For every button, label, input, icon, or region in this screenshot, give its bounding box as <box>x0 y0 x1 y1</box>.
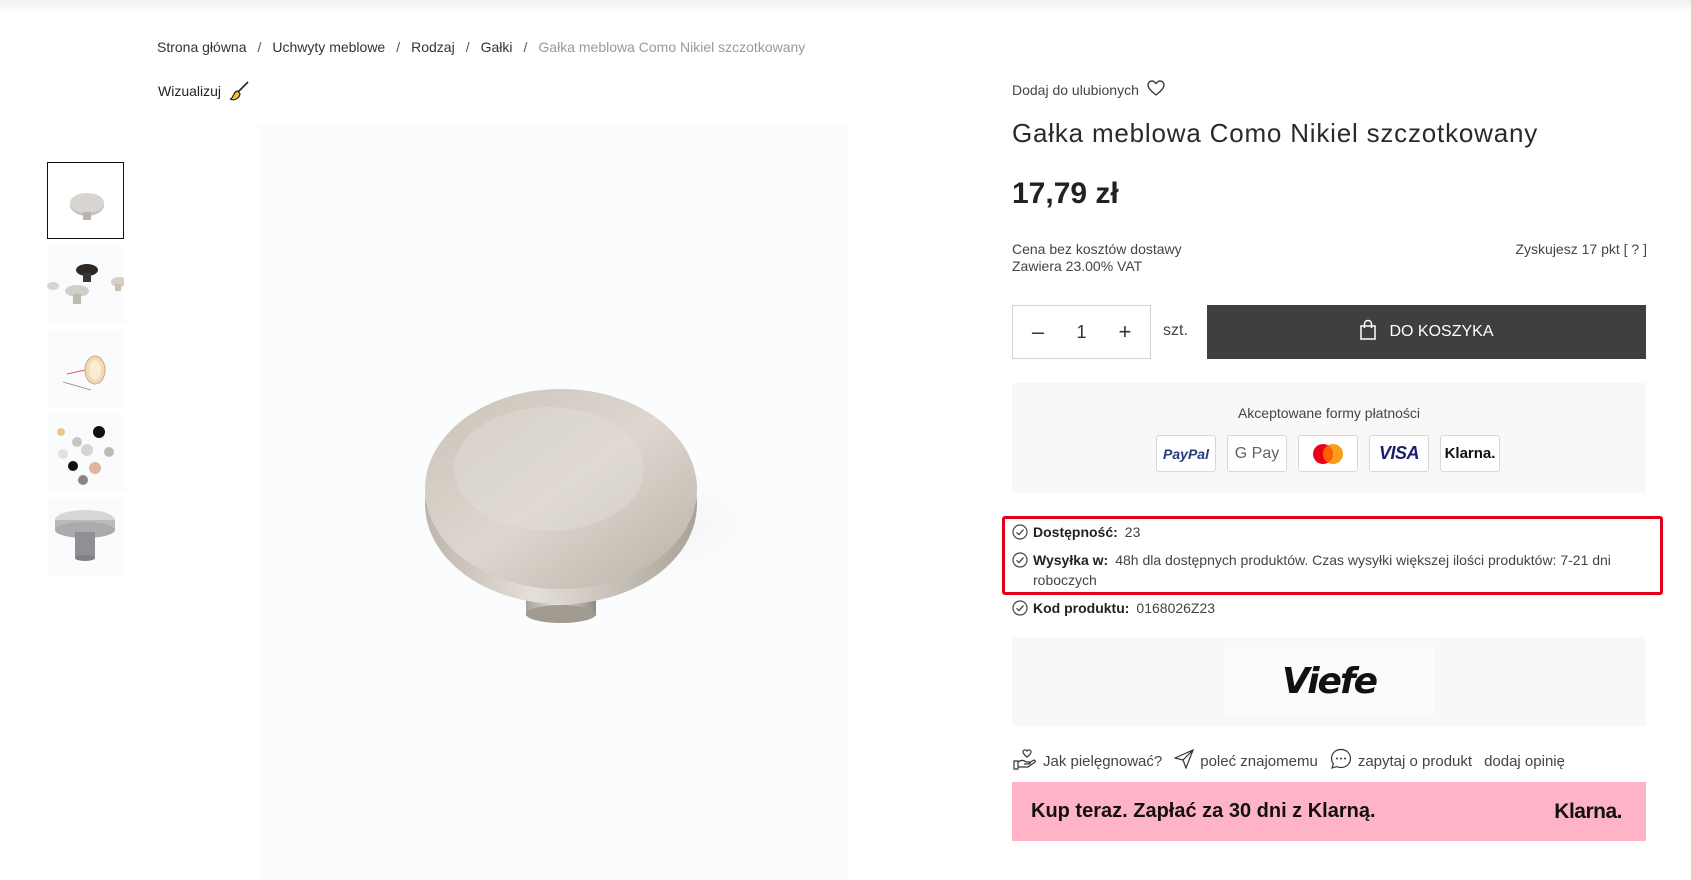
check-circle-icon <box>1012 600 1028 621</box>
add-to-favorites[interactable]: Dodaj do ulubionych <box>1012 80 1165 99</box>
payment-methods-title: Akceptowane formy płatności <box>1237 405 1421 421</box>
paper-plane-icon <box>1173 748 1195 773</box>
availability-label: Dostępność: <box>1033 524 1118 540</box>
klarna-logo-text: Klarna. <box>1444 445 1496 462</box>
product-code-label: Kod produktu: <box>1033 600 1130 616</box>
product-main-image[interactable] <box>259 124 849 880</box>
visa-logo: VISA <box>1369 435 1429 472</box>
shipping-label: Wysyłka w: <box>1033 552 1109 568</box>
google-pay-logo-text: G Pay <box>1234 444 1280 462</box>
paint-brush-icon <box>229 80 251 102</box>
shopping-bag-icon <box>1359 319 1377 346</box>
breadcrumb-current: Gałka meblowa Como Nikiel szczotkowany <box>538 39 806 55</box>
availability-row: Dostępność: 23 <box>1012 522 1140 545</box>
thumbnail-3[interactable] <box>47 330 124 407</box>
product-title: Gałka meblowa Como Nikiel szczotkowany <box>1012 118 1539 148</box>
paypal-logo-text: PayPal <box>1163 445 1209 462</box>
quantity-input[interactable]: 1 <box>1076 322 1086 343</box>
klarna-banner[interactable]: Kup teraz. Zapłać za 30 dni z Klarną. Kl… <box>1012 782 1646 841</box>
google-pay-logo: G Pay <box>1227 435 1287 472</box>
brand-panel: Viefe <box>1012 637 1646 726</box>
ask-about-product-label: zapytaj o produkt <box>1357 752 1473 770</box>
product-actions: Jak pielęgnować? poleć znajomemu zapytaj… <box>1013 748 1577 774</box>
recommend-to-friend-label: poleć znajomemu <box>1200 752 1318 770</box>
loyalty-points-text: Zyskujesz 17 pkt <box>1515 241 1620 257</box>
quantity-stepper: – 1 + <box>1012 305 1151 359</box>
add-review-link[interactable]: dodaj opinię <box>1484 753 1565 770</box>
brand-logo-text: Viefe <box>1281 661 1378 702</box>
thumbnail-5[interactable] <box>47 498 124 575</box>
price-note-delivery: Cena bez kosztów dostawy <box>1012 241 1182 257</box>
add-to-favorites-label: Dodaj do ulubionych <box>1012 81 1139 98</box>
add-to-cart-button[interactable]: DO KOSZYKA <box>1207 305 1646 359</box>
shipping-value: 48h dla dostępnych produktów. Czas wysył… <box>1033 552 1611 588</box>
payment-methods-list: PayPal G Pay VISA Klarna. <box>1156 435 1500 472</box>
visualize-button[interactable]: Wizualizuj <box>158 80 251 102</box>
breadcrumb-separator: / <box>523 39 528 55</box>
check-circle-icon <box>1012 524 1028 545</box>
product-code-row: Kod produktu: 0168026Z23 <box>1012 598 1215 621</box>
heart-icon <box>1147 80 1165 99</box>
breadcrumb-separator: / <box>465 39 470 55</box>
recommend-to-friend-link[interactable]: poleć znajomemu <box>1173 748 1318 773</box>
klarna-banner-text: Kup teraz. Zapłać za 30 dni z Klarną. <box>1031 800 1376 822</box>
quantity-decrease-button[interactable]: – <box>1027 319 1049 345</box>
shipping-row: Wysyłka w: 48h dla dostępnych produktów. … <box>1012 550 1644 590</box>
loyalty-points: Zyskujesz 17 pkt [ ? ] <box>1515 241 1647 257</box>
availability-value: 23 <box>1124 524 1141 540</box>
product-code-value: 0168026Z23 <box>1136 600 1216 616</box>
breadcrumb-separator: / <box>257 39 262 55</box>
breadcrumb: Strona główna / Uchwyty meblowe / Rodzaj… <box>157 39 805 55</box>
thumbnail-2[interactable] <box>47 246 124 323</box>
care-instructions-label: Jak pielęgnować? <box>1043 752 1163 770</box>
thumbnail-1[interactable] <box>47 162 124 239</box>
mastercard-logo <box>1298 435 1358 472</box>
chat-bubble-icon <box>1330 748 1352 774</box>
hand-heart-icon <box>1013 748 1037 774</box>
thumbnail-list <box>47 162 124 582</box>
care-instructions-link[interactable]: Jak pielęgnować? <box>1013 748 1162 774</box>
product-price: 17,79 zł <box>1012 177 1119 210</box>
paypal-logo: PayPal <box>1156 435 1216 472</box>
klarna-logo: Klarna. <box>1440 435 1500 472</box>
thumbnail-4[interactable] <box>47 414 124 491</box>
add-to-cart-label: DO KOSZYKA <box>1389 323 1494 340</box>
breadcrumb-knobs[interactable]: Gałki <box>481 39 513 55</box>
shipping-text: Wysyłka w: 48h dla dostępnych produktów. … <box>1033 550 1644 590</box>
quantity-increase-button[interactable]: + <box>1114 319 1136 345</box>
ask-about-product-link[interactable]: zapytaj o produkt <box>1330 748 1472 774</box>
breadcrumb-home[interactable]: Strona główna <box>157 39 247 55</box>
top-header-strip <box>0 0 1691 14</box>
visa-logo-text: VISA <box>1378 443 1420 463</box>
visualize-label: Wizualizuj <box>158 83 222 99</box>
breadcrumb-separator: / <box>396 39 401 55</box>
breadcrumb-type[interactable]: Rodzaj <box>411 39 455 55</box>
loyalty-points-help[interactable]: [ ? ] <box>1624 241 1647 257</box>
price-note: Cena bez kosztów dostawy Zawiera 23.00% … <box>1012 241 1182 275</box>
brand-logo[interactable]: Viefe <box>1224 647 1434 716</box>
klarna-banner-logo: Klarna. <box>1554 799 1622 823</box>
breadcrumb-furniture-handles[interactable]: Uchwyty meblowe <box>272 39 385 55</box>
payment-methods-panel: Akceptowane formy płatności PayPal G Pay… <box>1012 383 1646 493</box>
price-note-vat: Zawiera 23.00% VAT <box>1012 258 1143 274</box>
quantity-unit: szt. <box>1163 322 1188 339</box>
check-circle-icon <box>1012 552 1028 573</box>
add-review-label: dodaj opinię <box>1484 752 1565 770</box>
